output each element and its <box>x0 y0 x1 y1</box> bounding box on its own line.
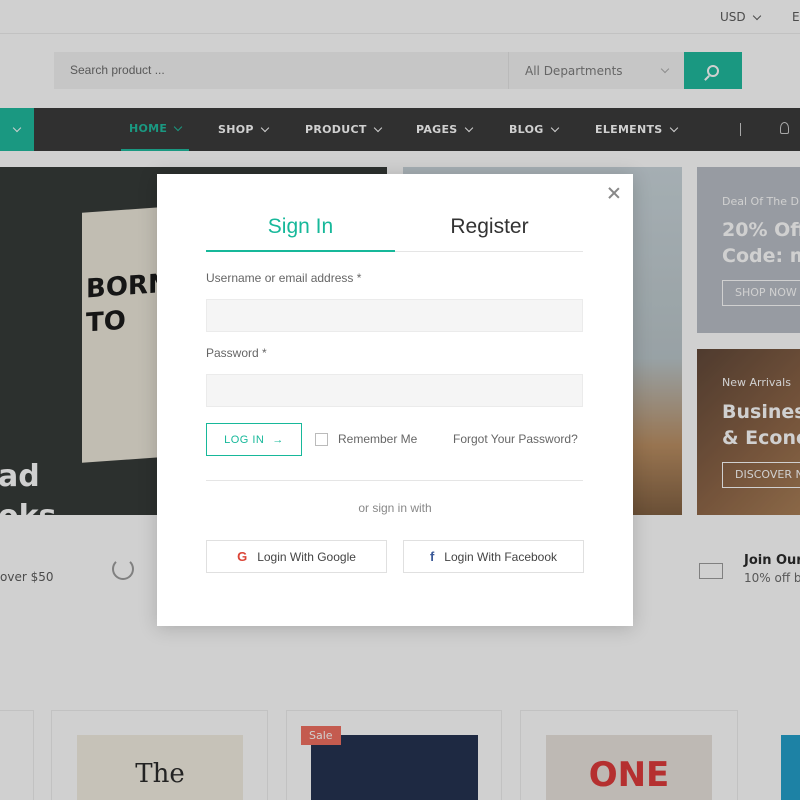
remember-me-checkbox[interactable] <box>315 432 328 446</box>
username-label: Username or email address * <box>206 271 362 285</box>
google-login-label: Login With Google <box>257 549 356 564</box>
page: USD E Search product ... All Departments… <box>0 0 800 800</box>
google-login-button[interactable]: G Login With Google <box>206 540 387 573</box>
tab-register[interactable]: Register <box>395 212 584 252</box>
arrow-right-icon: → <box>272 433 284 446</box>
remember-me-label: Remember Me <box>338 432 418 446</box>
facebook-icon: f <box>429 549 435 564</box>
divider <box>206 480 583 481</box>
password-label: Password * <box>206 346 267 360</box>
close-icon[interactable] <box>607 186 621 200</box>
password-field[interactable] <box>206 374 583 407</box>
facebook-login-button[interactable]: f Login With Facebook <box>403 540 584 573</box>
remember-me[interactable]: Remember Me <box>315 432 417 446</box>
google-icon: G <box>237 549 248 564</box>
or-sign-in-with-text: or sign in with <box>358 501 432 515</box>
username-field[interactable] <box>206 299 583 332</box>
forgot-password-link[interactable]: Forgot Your Password? <box>453 432 578 446</box>
login-button[interactable]: LOG IN → <box>206 423 302 456</box>
auth-tabs: Sign In Register <box>206 212 583 252</box>
facebook-login-label: Login With Facebook <box>444 549 558 564</box>
login-button-label: LOG IN <box>224 433 265 446</box>
tab-sign-in[interactable]: Sign In <box>206 212 395 252</box>
login-modal: Sign In Register Username or email addre… <box>157 174 633 626</box>
